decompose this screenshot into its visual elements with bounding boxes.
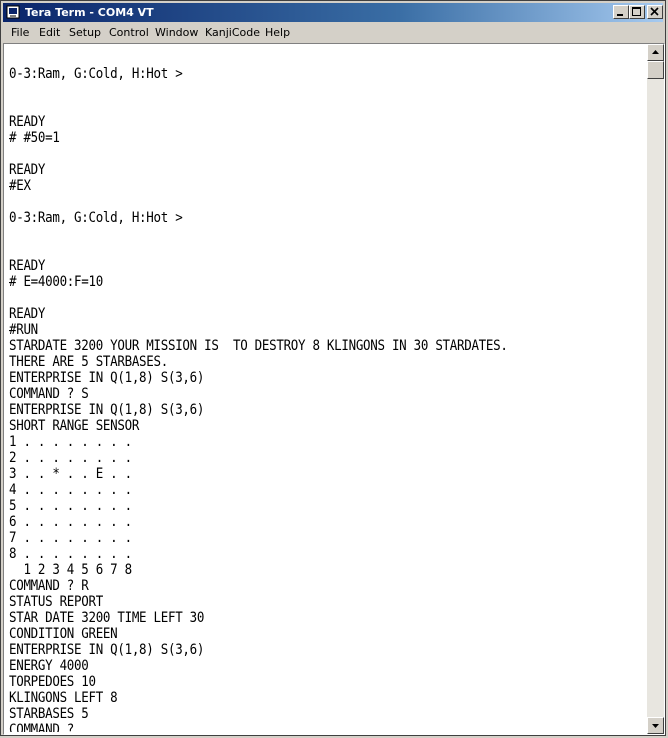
title-bar[interactable]: Tera Term - COM4 VT <box>3 3 663 22</box>
scroll-down-button[interactable] <box>647 717 664 734</box>
scroll-up-button[interactable] <box>647 44 664 61</box>
minimize-icon <box>617 14 623 16</box>
terminal-screen[interactable]: 0-3:Ram, G:Cold, H:Hot > READY # #50=1 READ… <box>6 46 646 732</box>
menu-kanjicode[interactable]: KanjiCode <box>205 26 260 39</box>
teraterm-window: Tera Term - COM4 VT File Edit Setup Cont… <box>0 0 666 736</box>
menu-control[interactable]: Control <box>109 26 149 39</box>
maximize-button[interactable] <box>629 5 645 19</box>
maximize-icon <box>632 7 641 16</box>
window-title: Tera Term - COM4 VT <box>25 6 154 19</box>
vertical-scrollbar[interactable] <box>647 44 664 734</box>
terminal-line: COMMAND ? <box>9 720 75 732</box>
menu-bar: File Edit Setup Control Window KanjiCode… <box>3 23 663 42</box>
terminal-frame: 0-3:Ram, G:Cold, H:Hot > READY # #50=1 READ… <box>3 43 665 735</box>
menu-file[interactable]: File <box>11 26 29 39</box>
terminal-line: # E=4000:F=10 <box>9 272 103 290</box>
teraterm-app-icon[interactable] <box>6 5 20 19</box>
minimize-button[interactable] <box>613 5 629 19</box>
terminal-line: 0-3:Ram, G:Cold, H:Hot > <box>9 64 183 82</box>
scrollbar-thumb[interactable] <box>647 61 664 79</box>
terminal-line: # #50=1 <box>9 128 60 146</box>
close-button[interactable] <box>647 5 663 19</box>
terminal-line: #EX <box>9 176 31 194</box>
menu-window[interactable]: Window <box>155 26 198 39</box>
menu-help[interactable]: Help <box>265 26 290 39</box>
scroll-up-arrow-icon <box>652 50 659 54</box>
terminal-line: 0-3:Ram, G:Cold, H:Hot > <box>9 208 183 226</box>
menu-edit[interactable]: Edit <box>39 26 60 39</box>
scroll-down-arrow-icon <box>652 724 659 728</box>
close-icon <box>650 7 659 16</box>
menu-setup[interactable]: Setup <box>69 26 101 39</box>
